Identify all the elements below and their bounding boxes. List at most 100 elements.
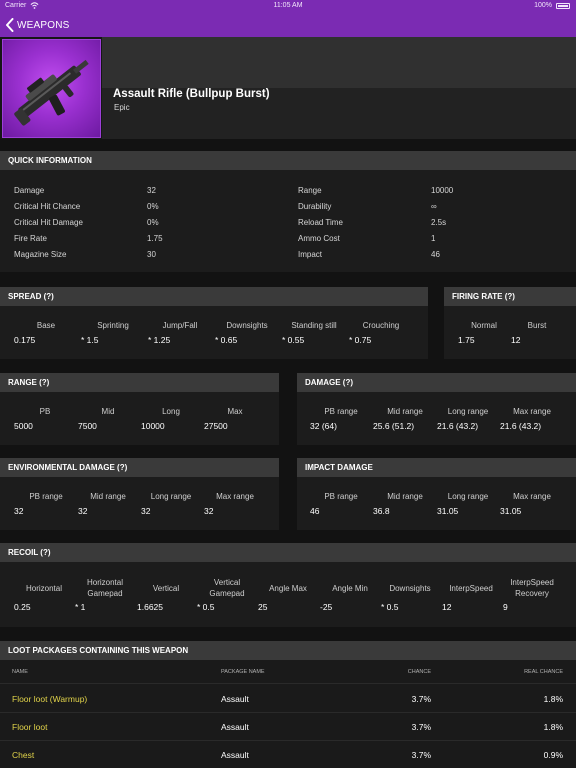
env-damage-value: 32 xyxy=(141,506,151,516)
loot-row[interactable]: Floor loot Assault 3.7% 1.8% xyxy=(0,713,576,741)
loot-package-link[interactable]: Floor loot (Warmup) xyxy=(12,694,87,704)
env-damage-label: Mid range xyxy=(90,492,126,501)
loot-col-real-chance: REAL CHANCE xyxy=(524,669,563,675)
recoil-value: 9 xyxy=(503,602,508,612)
quick-info-value: 1.75 xyxy=(147,234,163,243)
recoil-value: 0.25 xyxy=(14,602,31,612)
status-bar: Carrier 11:05 AM 100% xyxy=(0,0,576,13)
loot-chance: 3.7% xyxy=(411,750,431,760)
impact-damage-value: 36.8 xyxy=(373,506,390,516)
firing-rate-label: Burst xyxy=(527,321,547,330)
loot-real-chance: 0.9% xyxy=(543,750,563,760)
loot-package-link[interactable]: Floor loot xyxy=(12,722,47,732)
impact-damage-label: PB range xyxy=(324,492,358,501)
firing-rate-value: 12 xyxy=(511,335,521,345)
quick-info-label: Magazine Size xyxy=(14,250,67,259)
environmental-damage-header[interactable]: ENVIRONMENTAL DAMAGE (?) xyxy=(0,458,279,477)
spread-value: * 0.55 xyxy=(282,335,305,345)
impact-damage-label: Max range xyxy=(513,492,551,501)
quick-info-section: QUICK INFORMATION Damage 32 Critical Hit… xyxy=(0,151,576,272)
range-label: Max xyxy=(227,407,243,416)
recoil-header[interactable]: RECOIL (?) xyxy=(0,543,576,562)
spread-label: Jump/Fall xyxy=(162,321,198,330)
spread-value: * 0.75 xyxy=(349,335,372,345)
damage-value: 21.6 (43.2) xyxy=(500,421,542,431)
range-label: Mid xyxy=(101,407,115,416)
quick-info-value: 10000 xyxy=(431,186,454,195)
loot-real-chance: 1.8% xyxy=(543,694,563,704)
quick-info-value: ∞ xyxy=(431,202,437,211)
impact-damage-value: 46 xyxy=(310,506,320,516)
range-label: PB xyxy=(39,407,51,416)
quick-info-value: 30 xyxy=(147,250,156,259)
env-damage-value: 32 xyxy=(14,506,24,516)
quick-info-value: 1 xyxy=(431,234,436,243)
recoil-value: * 0.5 xyxy=(197,602,215,612)
loot-chance: 3.7% xyxy=(411,694,431,704)
spread-label: Sprinting xyxy=(97,321,129,330)
env-damage-value: 32 xyxy=(204,506,214,516)
recoil-section: RECOIL (?) Horizontal 0.25 Horizontal Ga… xyxy=(0,543,576,627)
recoil-label: Vertical Gamepad xyxy=(209,578,245,598)
damage-label: Mid range xyxy=(387,407,423,416)
firing-rate-header[interactable]: FIRING RATE (?) xyxy=(444,287,576,306)
impact-damage-label: Long range xyxy=(447,492,489,501)
spread-value: * 1.5 xyxy=(81,335,99,345)
loot-col-name: NAME xyxy=(12,669,28,675)
damage-header[interactable]: DAMAGE (?) xyxy=(297,373,576,392)
spread-header[interactable]: SPREAD (?) xyxy=(0,287,428,306)
recoil-value: 25 xyxy=(258,602,268,612)
quick-info-label: Fire Rate xyxy=(14,234,47,243)
impact-damage-label: Mid range xyxy=(387,492,423,501)
range-value: 27500 xyxy=(204,421,228,431)
environmental-damage-section: ENVIRONMENTAL DAMAGE (?) PB range 32 Mid… xyxy=(0,458,279,530)
spread-section: SPREAD (?) Base 0.175 Sprinting * 1.5 Ju… xyxy=(0,287,428,359)
env-damage-label: PB range xyxy=(29,492,63,501)
quick-info-value: 0% xyxy=(147,218,159,227)
nav-bar: WEAPONS xyxy=(0,13,576,37)
firing-rate-label: Normal xyxy=(471,321,497,330)
loot-col-chance: CHANCE xyxy=(407,669,431,675)
range-value: 5000 xyxy=(14,421,33,431)
spread-label: Standing still xyxy=(291,321,337,330)
recoil-label: InterpSpeed Recovery xyxy=(510,578,554,598)
quick-info-label: Damage xyxy=(14,186,45,195)
impact-damage-header: IMPACT DAMAGE xyxy=(297,458,576,477)
loot-col-package: PACKAGE NAME xyxy=(221,669,265,675)
recoil-value: * 1 xyxy=(75,602,86,612)
back-button-label: WEAPONS xyxy=(17,19,70,31)
back-button[interactable]: WEAPONS xyxy=(5,17,70,33)
spread-label: Crouching xyxy=(362,321,400,330)
range-header[interactable]: RANGE (?) xyxy=(0,373,279,392)
quick-info-label: Durability xyxy=(298,202,332,211)
quick-info-label: Ammo Cost xyxy=(298,234,340,243)
loot-package-name: Assault xyxy=(221,750,249,760)
spread-label: Downsights xyxy=(226,321,268,330)
recoil-label: InterpSpeed xyxy=(449,584,493,593)
range-section: RANGE (?) PB 5000 Mid 7500 Long 10000 Ma… xyxy=(0,373,279,445)
quick-info-value: 0% xyxy=(147,202,159,211)
loot-real-chance: 1.8% xyxy=(543,722,563,732)
loot-row[interactable]: Chest Assault 3.7% 0.9% xyxy=(0,741,576,768)
weapon-name: Assault Rifle (Bullpup Burst) xyxy=(113,88,270,100)
assault-rifle-icon xyxy=(14,59,89,126)
loot-package-name: Assault xyxy=(221,722,249,732)
env-damage-value: 32 xyxy=(78,506,88,516)
damage-section: DAMAGE (?) PB range 32 (64) Mid range 25… xyxy=(297,373,576,445)
spread-value: 0.175 xyxy=(14,335,36,345)
quick-info-label: Range xyxy=(298,186,322,195)
battery-percent: 100% xyxy=(534,2,552,9)
range-value: 10000 xyxy=(141,421,165,431)
env-damage-label: Max range xyxy=(216,492,254,501)
recoil-label: Angle Min xyxy=(332,584,368,593)
loot-package-link[interactable]: Chest xyxy=(12,750,34,760)
quick-info-label: Reload Time xyxy=(298,218,343,227)
loot-row[interactable]: Floor loot (Warmup) Assault 3.7% 1.8% xyxy=(0,684,576,712)
battery-icon xyxy=(556,3,570,9)
quick-info-label: Critical Hit Damage xyxy=(14,218,83,227)
recoil-value: * 0.5 xyxy=(381,602,399,612)
recoil-value: 1.6625 xyxy=(137,602,163,612)
quick-info-label: Critical Hit Chance xyxy=(14,202,81,211)
recoil-label: Horizontal xyxy=(25,584,62,593)
range-label: Long xyxy=(162,407,180,416)
